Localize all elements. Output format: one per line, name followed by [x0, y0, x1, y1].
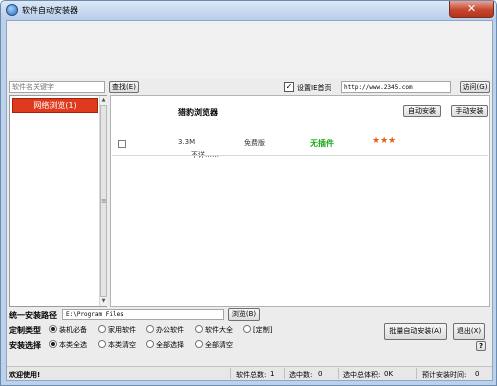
- radio-custom-type-all[interactable]: [195, 325, 203, 333]
- search-input[interactable]: [9, 81, 105, 93]
- grip-icon: ≡: [101, 197, 107, 205]
- software-plugin-status: 无插件: [310, 139, 334, 148]
- status-divider: [230, 368, 231, 379]
- radio-custom-type-essentials[interactable]: [49, 325, 57, 333]
- radio-custom-type-custom[interactable]: [243, 325, 251, 333]
- radio-select-category-clear[interactable]: [98, 340, 106, 348]
- client-area: 查找(E) ✓ 设置IE首页 http://www.2345.com 访问(G)…: [6, 20, 493, 381]
- radio-label-essentials: 装机必备: [59, 326, 87, 334]
- install-path-label: 统一安装路径: [9, 311, 57, 320]
- status-divider: [338, 368, 339, 379]
- install-path-field[interactable]: E:\Program Files: [62, 309, 224, 320]
- software-size: 3.3M: [178, 138, 196, 146]
- browse-button[interactable]: 浏览(B): [228, 308, 260, 321]
- close-button[interactable]: ✕: [449, 1, 494, 18]
- radio-label-select-all: 全部选择: [156, 341, 184, 349]
- auto-install-button[interactable]: 自动安装: [403, 105, 441, 117]
- radio-label-category-all: 本类全选: [59, 341, 87, 349]
- radio-custom-type-office[interactable]: [146, 325, 154, 333]
- status-total-value: 1: [270, 370, 275, 378]
- install-select-label: 安装选择: [9, 341, 41, 350]
- radio-clear-all[interactable]: [195, 340, 203, 348]
- radio-custom-type-home[interactable]: [98, 325, 106, 333]
- radio-select-all[interactable]: [146, 340, 154, 348]
- software-checkbox[interactable]: [118, 140, 126, 148]
- rating-stars-icon: ★★★: [372, 136, 397, 146]
- category-sidebar: 网络浏览(1) ▲ ≡ ▼: [9, 95, 107, 307]
- custom-type-label: 定制类型: [9, 326, 41, 335]
- status-bar: 欢迎使用! 软件总数: 1 选中数: 0 选中总体积: 0K 预计安装时间: 0: [7, 366, 492, 380]
- sidebar-scrollbar[interactable]: ▲ ≡ ▼: [99, 96, 107, 306]
- radio-label-clear-all: 全部清空: [205, 341, 233, 349]
- search-button[interactable]: 查找(E): [109, 81, 139, 93]
- radio-label-home: 家用软件: [108, 326, 136, 334]
- radio-label-category-clear: 本类清空: [108, 341, 136, 349]
- scroll-down-arrow-icon[interactable]: ▼: [100, 298, 107, 304]
- homepage-checkbox[interactable]: ✓: [284, 82, 294, 92]
- close-icon: ✕: [466, 2, 477, 15]
- app-window: 软件自动安装器 ✕ 查找(E) ✓ 设置IE首页 http://www.2345…: [0, 0, 497, 386]
- software-name: 猎豹浏览器: [178, 108, 218, 117]
- radio-label-custom: [定制]: [253, 326, 273, 334]
- manual-install-button[interactable]: 手动安装: [451, 105, 488, 117]
- homepage-checkbox-label: 设置IE首页: [297, 84, 332, 92]
- status-total-label: 软件总数:: [236, 371, 267, 379]
- window-title: 软件自动安装器: [22, 6, 78, 15]
- status-time-value: 0: [475, 370, 480, 378]
- visit-button[interactable]: 访问(G): [460, 81, 490, 93]
- status-time-label: 预计安装时间:: [422, 371, 467, 379]
- status-size-value: 0K: [384, 370, 394, 378]
- status-selected-value: 0: [318, 370, 323, 378]
- banner-area: [7, 21, 492, 79]
- help-button[interactable]: ?: [476, 341, 486, 351]
- software-list: 猎豹浏览器 自动安装 手动安装 3.3M 免费版 无插件 ★★★ 不详……: [110, 95, 490, 307]
- batch-install-button[interactable]: 批量自动安装(A): [384, 323, 447, 340]
- scroll-up-arrow-icon[interactable]: ▲: [100, 97, 107, 103]
- radio-label-all: 软件大全: [205, 326, 233, 334]
- category-item-web-browsing[interactable]: 网络浏览(1): [12, 98, 98, 113]
- app-icon: [6, 4, 18, 16]
- radio-select-category-all[interactable]: [49, 340, 57, 348]
- status-divider: [416, 368, 417, 379]
- homepage-url-field[interactable]: http://www.2345.com: [341, 81, 451, 93]
- exit-button[interactable]: 退出(X): [453, 323, 485, 340]
- radio-label-office: 办公软件: [156, 326, 184, 334]
- title-bar: 软件自动安装器 ✕: [1, 1, 496, 20]
- row-divider: [112, 155, 488, 156]
- status-divider: [284, 368, 285, 379]
- scrollbar-thumb[interactable]: ≡: [100, 105, 107, 297]
- software-license: 免费版: [244, 139, 265, 147]
- status-selected-label: 选中数:: [289, 371, 313, 379]
- status-welcome: 欢迎使用!: [9, 371, 41, 379]
- status-size-label: 选中总体积:: [343, 371, 381, 379]
